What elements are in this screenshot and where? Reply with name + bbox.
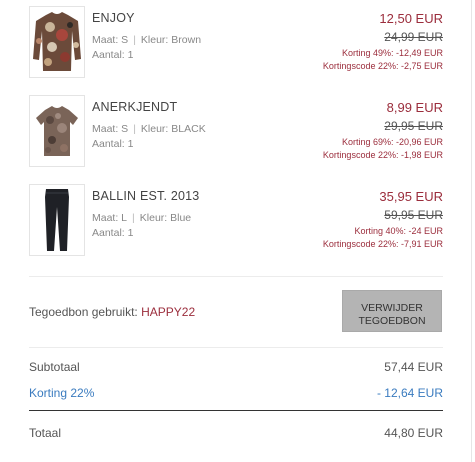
tshirt-camo-image <box>36 106 78 156</box>
discount-value: - 12,64 EUR <box>376 386 443 400</box>
discount-line: Korting 49%: -12,49 EUR <box>341 48 443 58</box>
discount-line: Korting 40%: -24 EUR <box>354 226 443 236</box>
remove-voucher-button[interactable]: VERWIJDER TEGOEDBON <box>342 290 442 332</box>
product-name[interactable]: BALLIN EST. 2013 <box>92 189 199 203</box>
discount-line: Korting 69%: -20,96 EUR <box>341 137 443 147</box>
cart-item-ballin: BALLIN EST. 2013 Maat: L | Kleur: Blue Aan… <box>29 184 443 264</box>
item-prices: 35,95 EUR 59,95 EUR Korting 40%: -24 EUR… <box>323 189 443 249</box>
separator: | <box>133 34 136 46</box>
product-image-anerkjendt[interactable] <box>29 95 85 167</box>
sale-price: 12,50 EUR <box>379 11 443 26</box>
item-info: ENJOY Maat: S | Kleur: Brown Aantal: 1 <box>92 11 201 61</box>
sale-price: 35,95 EUR <box>379 189 443 204</box>
remove-voucher-line1: VERWIJDER <box>361 302 423 314</box>
remove-voucher-line2: TEGOEDBON <box>358 315 426 327</box>
item-info: BALLIN EST. 2013 Maat: L | Kleur: Blue Aan… <box>92 189 199 239</box>
voucher-used-text: Tegoedbon gebruikt: HAPPY22 <box>29 305 195 319</box>
cart-summary-panel: ENJOY Maat: S | Kleur: Brown Aantal: 1 12,… <box>0 0 472 462</box>
code-discount-line: Kortingscode 22%: -7,91 EUR <box>322 239 443 249</box>
product-image-ballin[interactable] <box>29 184 85 256</box>
original-price: 29,95 EUR <box>384 119 443 133</box>
quantity-label: Aantal: 1 <box>92 227 134 239</box>
quantity-label: Aantal: 1 <box>92 49 134 61</box>
subtotal-label: Subtotaal <box>29 360 80 374</box>
separator: | <box>133 123 136 135</box>
cart-item-enjoy: ENJOY Maat: S | Kleur: Brown Aantal: 1 12,… <box>29 6 443 86</box>
cart-item-anerkjendt: ANERKJENDT Maat: S | Kleur: BLACK Aantal: … <box>29 95 443 175</box>
size-label: Maat: S <box>92 34 129 46</box>
sale-price: 8,99 EUR <box>386 100 443 115</box>
divider <box>29 276 443 277</box>
product-variant: Maat: S | Kleur: BLACK <box>92 123 206 135</box>
divider <box>29 347 443 348</box>
color-label: Kleur: Blue <box>139 212 192 224</box>
total-divider <box>29 410 443 411</box>
quantity-label: Aantal: 1 <box>92 138 134 150</box>
total-value: 44,80 EUR <box>384 426 443 440</box>
original-price: 59,95 EUR <box>384 208 443 222</box>
voucher-label: Tegoedbon gebruikt: <box>29 305 138 319</box>
code-discount-line: Kortingscode 22%: -1,98 EUR <box>322 150 443 160</box>
total-label: Totaal <box>29 426 62 440</box>
separator: | <box>132 212 135 224</box>
item-info: ANERKJENDT Maat: S | Kleur: BLACK Aantal: … <box>92 100 206 150</box>
subtotal-value: 57,44 EUR <box>384 360 443 374</box>
pants-black-image <box>45 189 69 251</box>
size-label: Maat: L <box>92 212 128 224</box>
product-variant: Maat: S | Kleur: Brown <box>92 34 201 46</box>
product-name[interactable]: ANERKJENDT <box>92 100 206 114</box>
discount-label: Korting 22% <box>29 386 95 400</box>
product-name[interactable]: ENJOY <box>92 11 201 25</box>
voucher-code: HAPPY22 <box>141 305 196 319</box>
size-label: Maat: S <box>92 123 129 135</box>
product-variant: Maat: L | Kleur: Blue <box>92 212 199 224</box>
shirt-floral-longsleeve-image <box>33 12 81 71</box>
color-label: Kleur: BLACK <box>140 123 206 135</box>
product-image-enjoy[interactable] <box>29 6 85 78</box>
code-discount-line: Kortingscode 22%: -2,75 EUR <box>322 61 443 71</box>
item-prices: 8,99 EUR 29,95 EUR Korting 69%: -20,96 E… <box>323 100 443 160</box>
item-prices: 12,50 EUR 24,99 EUR Korting 49%: -12,49 … <box>323 11 443 71</box>
color-label: Kleur: Brown <box>140 34 202 46</box>
original-price: 24,99 EUR <box>384 30 443 44</box>
